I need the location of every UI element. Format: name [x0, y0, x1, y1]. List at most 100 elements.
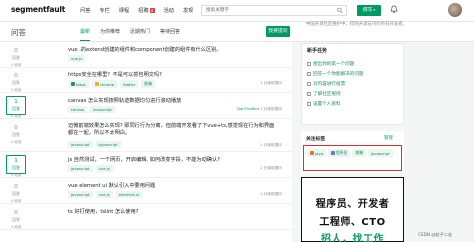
main-nav: 问答 专栏 课程 招聘 6 活动 发现: [80, 7, 193, 14]
answer-count: 0 回答: [6, 181, 26, 200]
tag-javascript[interactable]: javascript: [68, 141, 93, 148]
tag-label: javascript: [71, 142, 90, 147]
top-navbar: segmentfault 问答 专栏 课程 招聘6 活动 发现 撰写▾: [0, 0, 474, 22]
tag-javascript[interactable]: javascript: [68, 165, 93, 172]
tag-java[interactable]: java: [307, 149, 326, 157]
question-tags: https chrome fiddler 前端: [68, 80, 155, 88]
search-input[interactable]: [202, 6, 332, 15]
bell-icon[interactable]: [390, 5, 398, 16]
question-title[interactable]: js 自然测试，一个网页，开启编辑, 如何改变字段，不能为动确认?: [68, 156, 220, 163]
tag-label: element-ui: [118, 192, 140, 197]
nav-item-course[interactable]: 课程: [119, 7, 129, 14]
question-row[interactable]: 1 回答 4 阅读 canvas 怎么实现按照轨迹数据均匀进行滚动播放 canvas ja…: [0, 93, 292, 119]
question-row[interactable]: 0 回答 0 阅读 vue .的extend创建的组件和component创建的组件有…: [0, 42, 292, 68]
tag-canvas[interactable]: canvas: [68, 106, 88, 113]
programmer-icon: [330, 151, 335, 155]
ad-line: 工程师、CTO: [319, 217, 386, 228]
task-item[interactable]: 回答一个你能解决的问题: [307, 71, 364, 77]
task-label: 设置个人资料: [313, 102, 341, 107]
question-list: 0 回答 0 阅读 vue .的extend创建的组件和component创建的组件有…: [0, 42, 292, 242]
write-button-label: 撰写: [362, 8, 373, 13]
followed-tags: java 程序员 前端 javascript: [307, 149, 399, 157]
java-icon: [310, 151, 314, 155]
answer-count-value: 1: [14, 99, 18, 105]
chevron-down-icon: ▾: [373, 8, 376, 12]
question-row[interactable]: 0 回答 4 阅读 ts 好打使用，tslint 怎么使用?: [0, 204, 292, 230]
question-tags: javascript vue.js: [68, 165, 113, 172]
answer-count-label: 回答: [12, 80, 20, 85]
tag-label: java: [315, 150, 323, 156]
tag-vuejs[interactable]: vue.js: [68, 55, 86, 62]
answer-count-label: 回答: [12, 217, 20, 222]
answer-count-value: 1: [14, 158, 18, 164]
avatar[interactable]: [448, 3, 462, 17]
question-title[interactable]: https安全在哪里？不是可以抓包明文吗?: [68, 71, 162, 78]
ask-question-button[interactable]: 我要提问: [266, 26, 290, 37]
tag-label: javascript: [370, 150, 390, 156]
question-row[interactable]: 0 回答 4 阅读 迈微前端效果怎么实现? 即同行行为分离，但前端开发看了下vue+t…: [0, 119, 292, 152]
question-row[interactable]: 0 回答 4 阅读 vue element ui 默认引入中要用问题 javascrip…: [0, 178, 292, 204]
answer-count: 0 回答: [6, 45, 26, 64]
manage-tags-link[interactable]: 管理: [384, 135, 393, 141]
tag-label: vue.js: [71, 56, 83, 61]
tag-chrome[interactable]: chrome: [91, 80, 118, 88]
tag-javascript[interactable]: javascript: [68, 191, 93, 198]
tag-label: typescript: [98, 142, 118, 147]
tag-fiddler[interactable]: fiddler: [120, 80, 139, 88]
question-title[interactable]: vue .的extend创建的组件和component创建的组件有什么区别。: [68, 46, 222, 53]
tag-label: 程序员: [335, 150, 348, 155]
author-link[interactable]: DanTheBird: [237, 107, 259, 111]
tag-javascript[interactable]: javascript: [367, 149, 393, 157]
tag-label: javascript: [71, 192, 90, 197]
tag-frontend[interactable]: 前端: [352, 149, 366, 157]
task-item[interactable]: 对内容进行投票: [307, 81, 345, 87]
tasks-title: 新手任务: [307, 48, 328, 54]
answer-count-value: 0: [14, 184, 18, 190]
tag-programmer[interactable]: 程序员: [327, 149, 351, 157]
answer-count-value: 0: [14, 73, 18, 79]
answer-count-label: 回答: [12, 55, 20, 60]
nav-item-events[interactable]: 活动: [164, 7, 174, 14]
checkbox-icon: [307, 72, 311, 76]
question-tags: canvas javascript: [68, 106, 115, 113]
tab-recommended[interactable]: 为你推荐: [100, 28, 120, 41]
task-item[interactable]: 想出你的第一个问题: [307, 61, 354, 67]
task-item[interactable]: 设置个人资料: [307, 101, 341, 107]
task-item[interactable]: 了解社区规则: [307, 91, 341, 97]
question-title[interactable]: ts 好打使用，tslint 怎么使用?: [68, 208, 138, 215]
tab-hot[interactable]: 近期热门: [130, 28, 150, 41]
question-tabs: 最新 为你推荐 近期热门 等待回答: [80, 28, 180, 41]
tag-vuejs[interactable]: vue.js: [95, 191, 113, 198]
question-title[interactable]: 迈微前端效果怎么实现? 即同行行为分离，但前端开发看了下vue+ts,感觉现在行…: [68, 123, 278, 136]
answer-count-label: 回答: [12, 191, 20, 196]
answer-count-label: 回答: [12, 106, 20, 111]
nav-item-jobs[interactable]: 招聘 6: [138, 7, 155, 14]
tab-latest[interactable]: 最新: [80, 28, 91, 41]
nav-item-qa[interactable]: 问答: [80, 7, 90, 14]
tag-vuejs[interactable]: vue.js: [95, 165, 113, 172]
search-icon[interactable]: [337, 7, 343, 16]
nav-item-discover[interactable]: 发现: [183, 7, 193, 14]
tag-label: vue.js: [98, 166, 110, 171]
tag-javascript[interactable]: javascript: [90, 106, 115, 113]
tag-typescript[interactable]: typescript: [95, 141, 121, 148]
tab-unanswered[interactable]: 等待回答: [160, 28, 180, 41]
question-meta: 1 分钟前提问: [260, 192, 282, 197]
question-row[interactable]: 0 回答 0 阅读 https安全在哪里？不是可以抓包明文吗? https chrome f…: [0, 67, 292, 93]
tag-elementui[interactable]: element-ui: [115, 191, 143, 198]
question-meta: DanTheBird 1 分钟前提问: [237, 107, 282, 112]
tag-[interactable]: 前端: [141, 80, 155, 88]
nav-item-jobs-label: 招聘: [138, 8, 149, 14]
view-count: 4 阅读: [10, 140, 22, 144]
site-logo[interactable]: segmentfault: [11, 5, 65, 14]
question-row[interactable]: 1 回答 4 阅读 js 自然测试，一个网页，开启编辑, 如何改变字段，不能为动确认?…: [0, 152, 292, 178]
tag-https[interactable]: https: [68, 80, 89, 88]
write-button[interactable]: 撰写▾: [357, 5, 381, 16]
chrome-icon: [94, 82, 99, 86]
checkbox-icon: [307, 82, 311, 86]
nav-item-column[interactable]: 专栏: [99, 7, 109, 14]
recruitment-ad-banner[interactable]: 程序员、开发者 工程师、CTO 招人，找工作: [301, 177, 404, 242]
view-count: 4 阅读: [10, 225, 22, 229]
question-title[interactable]: vue element ui 默认引入中要用问题: [68, 182, 155, 189]
question-title[interactable]: canvas 怎么实现按照轨迹数据均匀进行滚动播放: [68, 97, 181, 104]
